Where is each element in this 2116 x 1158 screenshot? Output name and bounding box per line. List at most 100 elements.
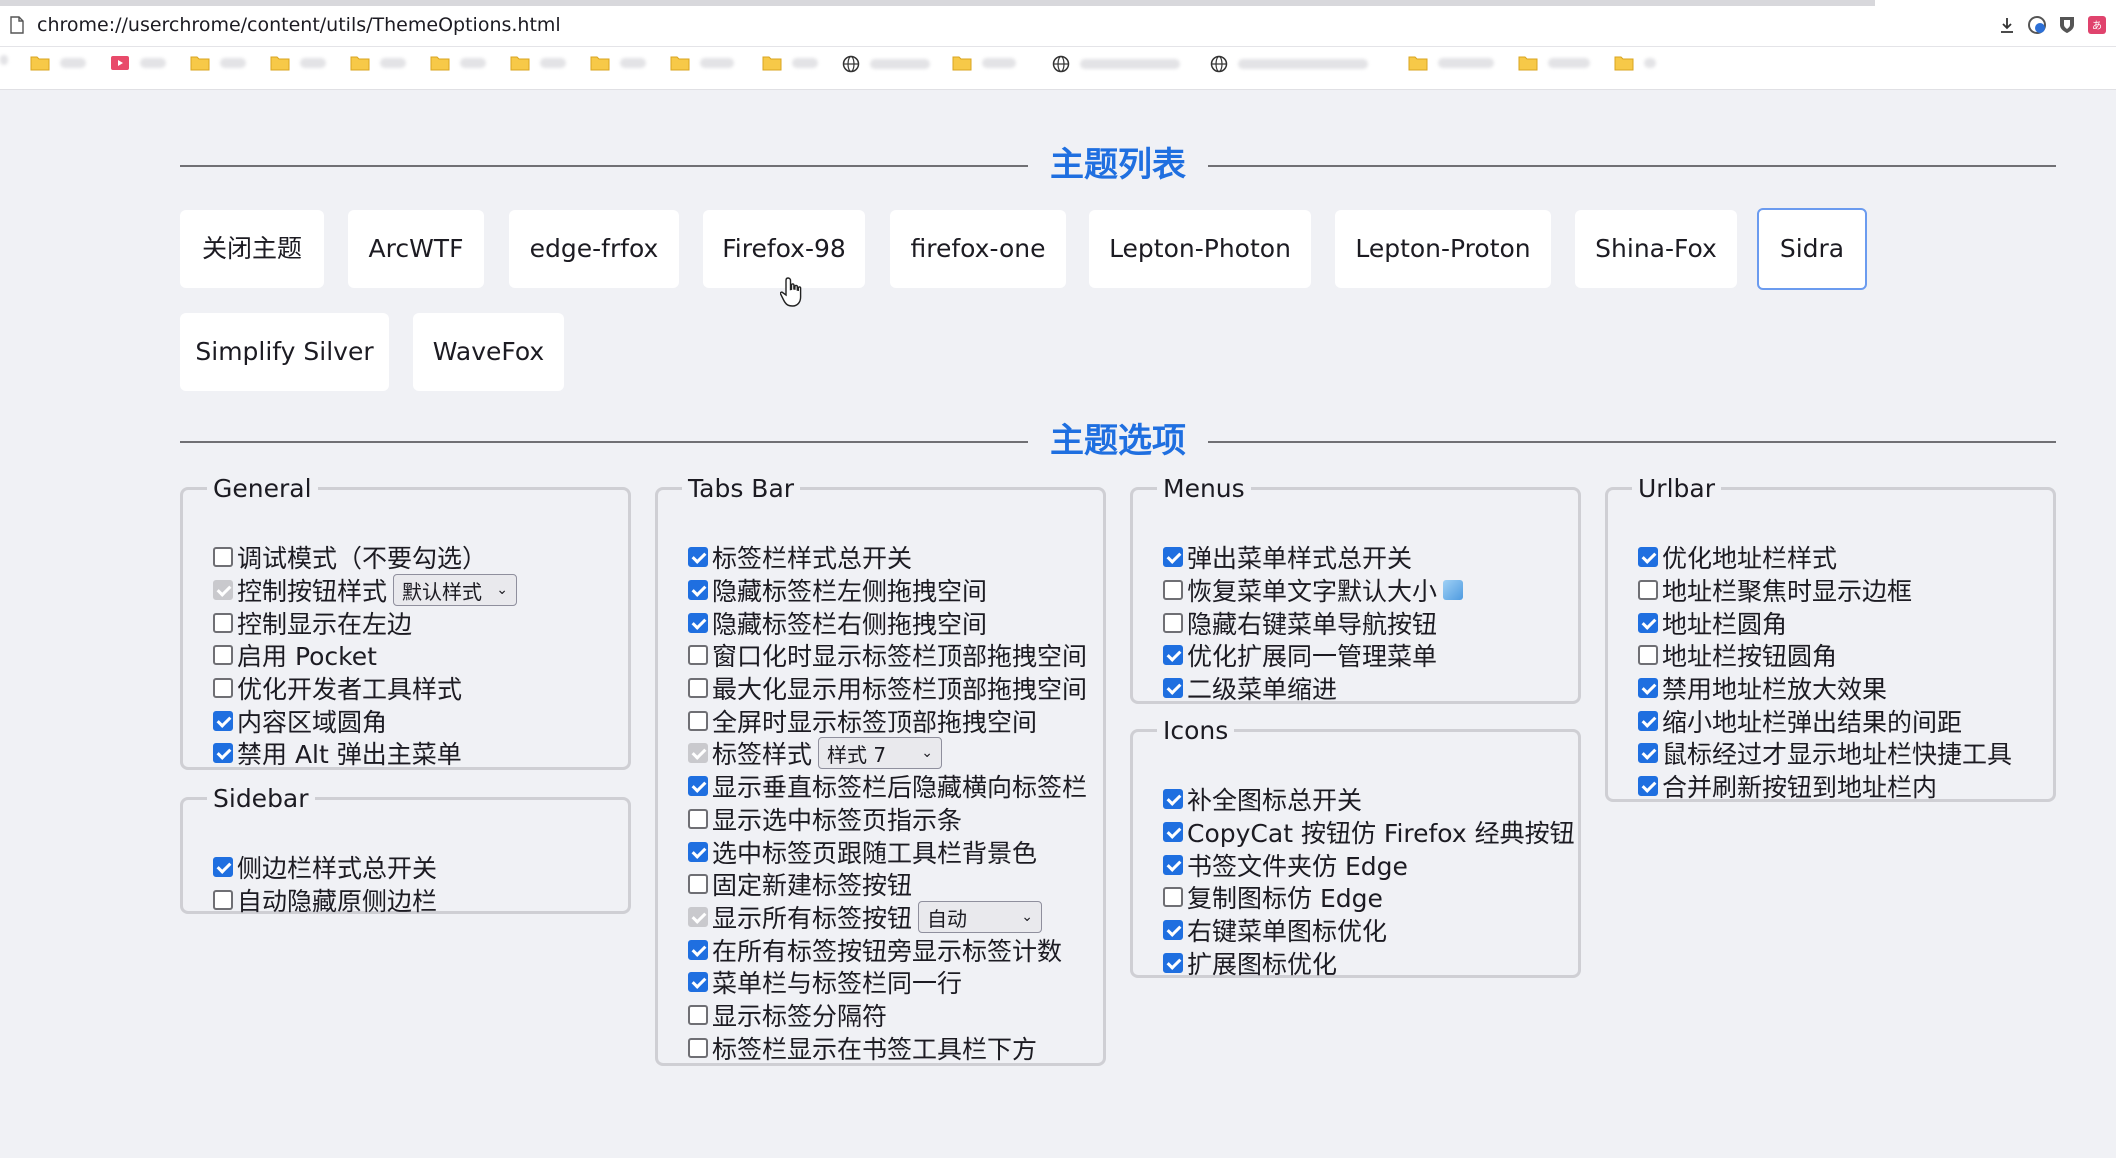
option-disable-alt-menu[interactable]: 禁用 Alt 弹出主菜单 <box>213 737 462 769</box>
option-devtools-style[interactable]: 优化开发者工具样式 <box>213 672 462 704</box>
bookmark-folder[interactable] <box>270 55 326 71</box>
checkbox[interactable] <box>1163 678 1183 698</box>
option-tab-count[interactable]: 在所有标签按钮旁显示标签计数 <box>688 934 1062 966</box>
option-control-button-style[interactable]: 控制按钮样式 默认样式 ⌄ <box>213 574 518 606</box>
checkbox[interactable] <box>1163 953 1183 973</box>
option-urlbar-focus-border[interactable]: 地址栏聚焦时显示边框 <box>1638 574 1912 606</box>
checkbox[interactable] <box>1638 678 1658 698</box>
bookmark-folder[interactable] <box>1518 55 1590 71</box>
checkbox[interactable] <box>688 776 708 796</box>
checkbox[interactable] <box>1163 855 1183 875</box>
bookmark-folder[interactable] <box>1614 55 1656 71</box>
bookmark-item[interactable] <box>1210 55 1368 73</box>
all-tabs-button-select[interactable]: 自动 ⌄ <box>918 901 1043 933</box>
option-tab-separator[interactable]: 显示标签分隔符 <box>688 999 887 1031</box>
checkbox[interactable] <box>213 857 233 877</box>
option-selected-tab-bg[interactable]: 选中标签页跟随工具栏背景色 <box>688 836 1037 868</box>
theme-button-disable[interactable]: 关闭主题 <box>180 210 324 288</box>
bookmark-folder[interactable] <box>762 55 818 71</box>
option-restore-menu-font[interactable]: 恢复菜单文字默认大小 <box>1163 574 1464 606</box>
option-submenu-indent[interactable]: 二级菜单缩进 <box>1163 672 1337 704</box>
download-icon[interactable] <box>1996 14 2018 36</box>
checkbox[interactable] <box>1163 920 1183 940</box>
checkbox[interactable] <box>688 613 708 633</box>
bookmark-folder[interactable] <box>590 55 646 71</box>
option-debug-mode[interactable]: 调试模式（不要勾选） <box>213 541 487 573</box>
checkbox[interactable] <box>688 842 708 862</box>
option-all-tabs-button[interactable]: 显示所有标签按钮 自动 ⌄ <box>688 901 1043 933</box>
option-tabs-style[interactable]: 标签栏样式总开关 <box>688 541 912 573</box>
checkbox[interactable] <box>688 1038 708 1058</box>
checkbox[interactable] <box>1163 887 1183 907</box>
option-fullscreen-top-drag[interactable]: 全屏时显示标签顶部拖拽空间 <box>688 705 1037 737</box>
checkbox[interactable] <box>1638 711 1658 731</box>
theme-button-shina-fox[interactable]: Shina-Fox <box>1575 210 1737 288</box>
option-icons-master[interactable]: 补全图标总开关 <box>1163 783 1362 815</box>
checkbox[interactable] <box>213 890 233 910</box>
checkbox[interactable] <box>213 613 233 633</box>
checkbox[interactable] <box>213 547 233 567</box>
option-maximized-top-drag[interactable]: 最大化显示用标签栏顶部拖拽空间 <box>688 672 1087 704</box>
checkbox[interactable] <box>213 711 233 731</box>
theme-button-lepton-proton[interactable]: Lepton-Proton <box>1335 210 1551 288</box>
option-merge-reload-button[interactable]: 合并刷新按钮到地址栏内 <box>1638 770 1937 802</box>
bookmark-folder[interactable] <box>952 55 1016 71</box>
option-urlbar-style[interactable]: 优化地址栏样式 <box>1638 541 1837 573</box>
checkbox[interactable] <box>1163 547 1183 567</box>
checkbox[interactable] <box>688 580 708 600</box>
checkbox[interactable] <box>688 809 708 829</box>
option-windowed-top-drag[interactable]: 窗口化时显示标签栏顶部拖拽空间 <box>688 639 1087 671</box>
bookmark-item[interactable] <box>110 55 166 71</box>
checkbox[interactable] <box>213 743 233 763</box>
option-copy-icon-edge[interactable]: 复制图标仿 Edge <box>1163 881 1383 913</box>
checkbox[interactable] <box>688 972 708 992</box>
option-content-rounded[interactable]: 内容区域圆角 <box>213 705 387 737</box>
option-urlbar-rounded[interactable]: 地址栏圆角 <box>1638 607 1787 639</box>
checkbox[interactable] <box>213 645 233 665</box>
checkbox[interactable] <box>688 874 708 894</box>
option-tabs-below-bookmarks[interactable]: 标签栏显示在书签工具栏下方 <box>688 1032 1037 1064</box>
bookmark-folder[interactable] <box>30 55 86 71</box>
option-sidebar-style[interactable]: 侧边栏样式总开关 <box>213 851 437 883</box>
shield-extension-icon[interactable] <box>2056 14 2078 36</box>
checkbox[interactable] <box>1638 776 1658 796</box>
extension-globe-icon[interactable] <box>2026 14 2048 36</box>
checkbox[interactable] <box>688 743 708 763</box>
option-menubar-same-row[interactable]: 菜单栏与标签栏同一行 <box>688 966 962 998</box>
option-tab-style[interactable]: 标签样式 样式 7 ⌄ <box>688 737 943 769</box>
option-hover-urlbar-tools[interactable]: 鼠标经过才显示地址栏快捷工具 <box>1638 737 2012 769</box>
option-unified-extensions-menu[interactable]: 优化扩展同一管理菜单 <box>1163 639 1437 671</box>
checkbox[interactable] <box>1163 822 1183 842</box>
checkbox[interactable] <box>1638 645 1658 665</box>
checkbox[interactable] <box>1638 547 1658 567</box>
bookmark-folder[interactable] <box>510 55 566 71</box>
checkbox[interactable] <box>688 711 708 731</box>
option-disable-urlbar-zoom[interactable]: 禁用地址栏放大效果 <box>1638 672 1887 704</box>
checkbox[interactable] <box>688 940 708 960</box>
option-pin-newtab-button[interactable]: 固定新建标签按钮 <box>688 868 912 900</box>
checkbox[interactable] <box>1163 789 1183 809</box>
checkbox[interactable] <box>1638 743 1658 763</box>
option-compact-urlbar-results[interactable]: 缩小地址栏弹出结果的间距 <box>1638 705 1962 737</box>
checkbox[interactable] <box>1638 580 1658 600</box>
url-text[interactable]: chrome://userchrome/content/utils/ThemeO… <box>37 14 561 36</box>
bookmark-item[interactable] <box>1052 55 1180 73</box>
address-bar[interactable]: chrome://userchrome/content/utils/ThemeO… <box>0 6 2116 47</box>
checkbox[interactable] <box>688 907 708 927</box>
option-selected-tab-indicator[interactable]: 显示选中标签页指示条 <box>688 803 962 835</box>
checkbox[interactable] <box>688 645 708 665</box>
option-copycat-classic[interactable]: CopyCat 按钮仿 Firefox 经典按钮 <box>1163 816 1575 848</box>
control-button-style-select[interactable]: 默认样式 ⌄ <box>393 574 518 606</box>
checkbox[interactable] <box>213 678 233 698</box>
option-hide-context-nav[interactable]: 隐藏右键菜单导航按钮 <box>1163 607 1437 639</box>
checkbox[interactable] <box>1163 580 1183 600</box>
theme-button-arcwtf[interactable]: ArcWTF <box>348 210 484 288</box>
theme-button-sidra[interactable]: Sidra <box>1757 208 1867 290</box>
option-urlbar-button-rounded[interactable]: 地址栏按钮圆角 <box>1638 639 1837 671</box>
option-extension-icons[interactable]: 扩展图标优化 <box>1163 947 1337 979</box>
option-hide-right-drag[interactable]: 隐藏标签栏右侧拖拽空间 <box>688 607 987 639</box>
checkbox[interactable] <box>688 678 708 698</box>
option-hide-left-drag[interactable]: 隐藏标签栏左侧拖拽空间 <box>688 574 987 606</box>
bookmark-folder[interactable] <box>1408 55 1494 71</box>
checkbox[interactable] <box>688 547 708 567</box>
